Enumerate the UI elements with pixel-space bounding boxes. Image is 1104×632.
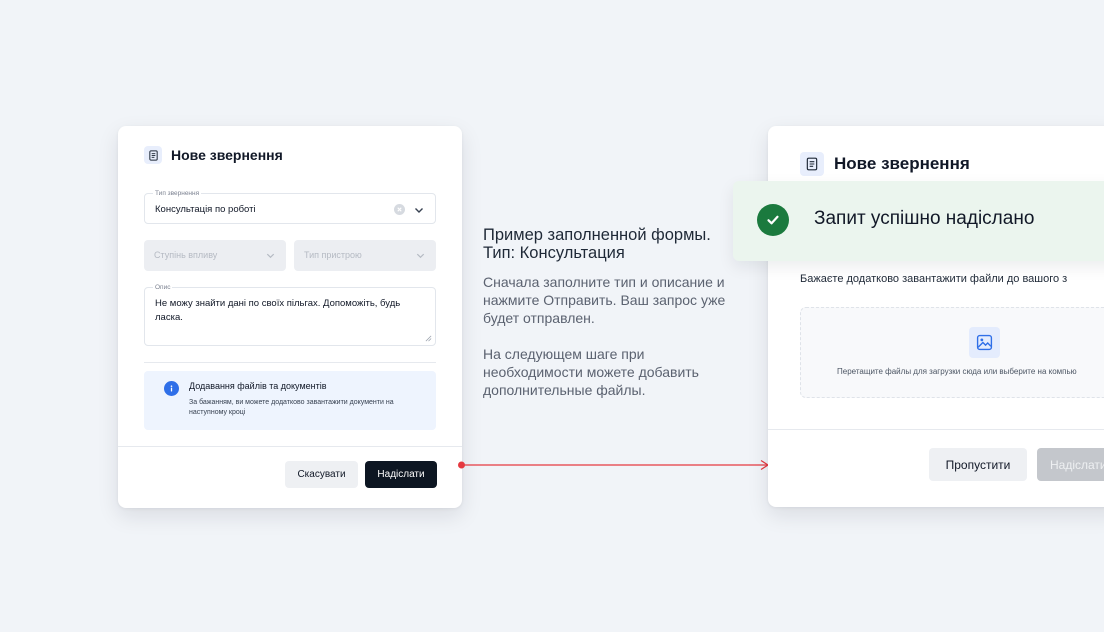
card-header: Нове звернення	[800, 152, 970, 176]
new-request-form-card: Нове звернення Тип звернення Консультаці…	[118, 126, 462, 508]
chevron-down-icon	[266, 253, 275, 259]
skip-button[interactable]: Пропустити	[929, 448, 1027, 481]
document-icon	[144, 146, 162, 164]
divider	[144, 362, 436, 363]
image-icon	[969, 327, 1000, 358]
caption-paragraph-1: Сначала заполните тип и описание и нажми…	[483, 274, 726, 326]
info-text: За бажанням, ви можете додатково заванта…	[189, 399, 394, 416]
submit-button-disabled[interactable]: Надіслати	[1037, 448, 1104, 481]
cancel-button[interactable]: Скасувати	[285, 461, 358, 488]
impact-placeholder: Ступінь впливу	[154, 250, 218, 260]
upload-question: Бажаєте додатково завантажити файли до в…	[800, 273, 1068, 285]
submit-button[interactable]: Надіслати	[365, 461, 437, 488]
resize-handle-icon[interactable]	[425, 335, 432, 342]
request-type-select[interactable]: Тип звернення Консультація по роботі	[144, 189, 436, 224]
caption-paragraph-2: На следующем шаге при необходимости може…	[483, 346, 699, 398]
card-header: Нове звернення	[144, 146, 283, 164]
request-type-label: Тип звернення	[153, 189, 202, 198]
footer-divider	[768, 429, 1104, 430]
dropzone-text: Перетащите файлы для загрузки сюда или в…	[837, 367, 1077, 376]
request-type-value: Консультація по роботі	[155, 204, 256, 215]
description-label: Опис	[153, 283, 173, 292]
device-type-placeholder: Тип пристрою	[304, 250, 362, 260]
chevron-down-icon	[416, 253, 425, 259]
footer-divider	[118, 446, 462, 447]
step2-title: Нове звернення	[834, 154, 970, 173]
chevron-down-icon[interactable]	[413, 204, 425, 216]
document-icon	[800, 152, 824, 176]
info-icon	[164, 381, 179, 396]
info-banner: Додавання файлів та документів За бажанн…	[144, 371, 436, 430]
device-type-select[interactable]: Тип пристрою	[294, 240, 436, 271]
toast-message: Запит успішно надіслано	[814, 208, 1035, 229]
caption: Пример заполненной формы. Тип: Консульта…	[483, 226, 728, 399]
form-title: Нове звернення	[171, 147, 283, 163]
description-value: Не можу знайти дані по своїх пільгах. До…	[155, 298, 401, 323]
check-circle-icon	[757, 204, 789, 236]
info-title: Додавання файлів та документів	[189, 381, 327, 391]
description-textarea[interactable]: Опис Не можу знайти дані по своїх пільга…	[144, 283, 436, 346]
impact-select[interactable]: Ступінь впливу	[144, 240, 286, 271]
clear-icon[interactable]	[394, 204, 405, 215]
caption-title: Пример заполненной формы. Тип: Консульта…	[483, 226, 711, 262]
file-dropzone[interactable]: Перетащите файлы для загрузки сюда или в…	[800, 307, 1104, 398]
success-toast: Запит успішно надіслано	[733, 181, 1104, 261]
flow-arrow	[458, 459, 770, 471]
